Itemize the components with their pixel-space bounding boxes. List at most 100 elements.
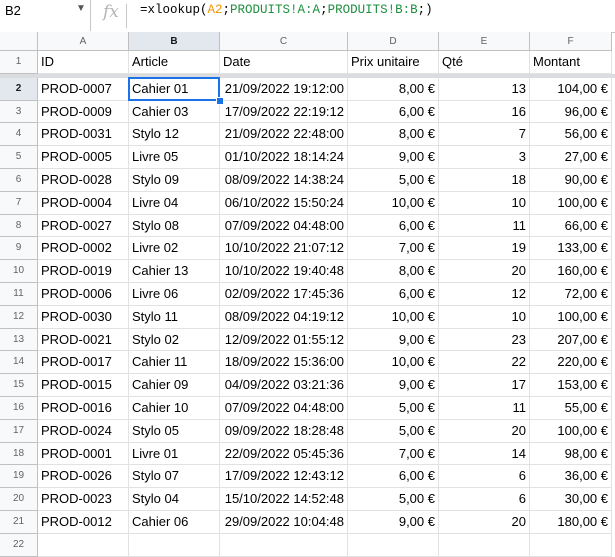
row-header-5[interactable]: 5 xyxy=(0,146,38,169)
table-cell[interactable]: Livre 05 xyxy=(129,146,220,169)
table-cell[interactable]: 20 xyxy=(439,419,530,443)
table-cell[interactable]: 12/09/2022 01:55:12 xyxy=(220,328,348,352)
row-header-8[interactable]: 8 xyxy=(0,214,38,238)
table-cell[interactable]: PROD-0015 xyxy=(38,374,129,397)
table-cell[interactable] xyxy=(530,533,612,557)
table-cell[interactable]: 153,00 € xyxy=(530,374,612,397)
table-cell[interactable]: 72,00 € xyxy=(530,283,612,306)
row-header-20[interactable]: 20 xyxy=(0,488,38,511)
table-cell[interactable]: PROD-0028 xyxy=(38,169,129,192)
table-cell[interactable]: 20 xyxy=(439,260,530,283)
table-cell[interactable]: 207,00 € xyxy=(530,328,612,352)
table-cell[interactable]: Cahier 13 xyxy=(129,260,220,283)
table-cell[interactable]: 6 xyxy=(439,465,530,489)
table-cell[interactable]: PROD-0007 xyxy=(38,77,129,101)
table-cell[interactable]: Stylo 08 xyxy=(129,214,220,238)
table-cell[interactable]: 08/09/2022 04:19:12 xyxy=(220,305,348,329)
row-header-13[interactable]: 13 xyxy=(0,328,38,352)
table-cell[interactable]: PROD-0031 xyxy=(38,123,129,147)
table-cell[interactable]: Livre 06 xyxy=(129,283,220,306)
row-header-15[interactable]: 15 xyxy=(0,374,38,397)
select-all-corner[interactable] xyxy=(0,32,38,51)
table-cell[interactable]: Stylo 12 xyxy=(129,123,220,147)
table-cell[interactable]: PROD-0002 xyxy=(38,237,129,261)
header-cell[interactable]: Article xyxy=(129,51,220,74)
table-cell[interactable]: Stylo 05 xyxy=(129,419,220,443)
table-cell[interactable]: 9,00 € xyxy=(348,328,439,352)
table-cell[interactable]: 100,00 € xyxy=(530,191,612,215)
row-header-9[interactable]: 9 xyxy=(0,237,38,261)
table-cell[interactable] xyxy=(38,533,129,557)
table-cell[interactable]: 17/09/2022 12:43:12 xyxy=(220,465,348,489)
column-header-c[interactable]: C xyxy=(220,32,348,51)
row-header-22[interactable]: 22 xyxy=(0,533,38,557)
table-cell[interactable]: 10,00 € xyxy=(348,191,439,215)
table-cell[interactable]: 8,00 € xyxy=(348,77,439,101)
table-cell[interactable]: 56,00 € xyxy=(530,123,612,147)
row-header-16[interactable]: 16 xyxy=(0,397,38,420)
row-header-19[interactable]: 19 xyxy=(0,465,38,489)
name-box[interactable]: B2 ▼ xyxy=(0,0,91,31)
table-cell[interactable]: Stylo 09 xyxy=(129,169,220,192)
table-cell[interactable]: 10/10/2022 19:40:48 xyxy=(220,260,348,283)
table-cell[interactable]: PROD-0030 xyxy=(38,305,129,329)
row-header-4[interactable]: 4 xyxy=(0,123,38,147)
table-cell[interactable]: 3 xyxy=(439,146,530,169)
column-header-d[interactable]: D xyxy=(348,32,439,51)
table-cell[interactable]: PROD-0004 xyxy=(38,191,129,215)
table-cell[interactable]: 15/10/2022 14:52:48 xyxy=(220,488,348,511)
header-cell[interactable]: Prix unitaire xyxy=(348,51,439,74)
table-cell[interactable]: 20 xyxy=(439,511,530,534)
row-header-2[interactable]: 2 xyxy=(0,77,38,101)
table-cell[interactable]: 6,00 € xyxy=(348,100,439,124)
table-cell[interactable]: 104,00 € xyxy=(530,77,612,101)
row-header-18[interactable]: 18 xyxy=(0,442,38,466)
table-cell[interactable]: 10 xyxy=(439,191,530,215)
table-cell[interactable]: 100,00 € xyxy=(530,419,612,443)
table-cell[interactable]: Cahier 01 xyxy=(129,77,220,101)
fill-handle[interactable] xyxy=(216,96,224,105)
table-cell[interactable]: PROD-0006 xyxy=(38,283,129,306)
table-cell[interactable]: Cahier 11 xyxy=(129,351,220,375)
table-cell[interactable]: Livre 04 xyxy=(129,191,220,215)
table-cell[interactable]: 7,00 € xyxy=(348,237,439,261)
table-cell[interactable]: Stylo 11 xyxy=(129,305,220,329)
table-cell[interactable]: PROD-0024 xyxy=(38,419,129,443)
row-header-12[interactable]: 12 xyxy=(0,305,38,329)
row-header-6[interactable]: 6 xyxy=(0,169,38,192)
table-cell[interactable]: 9,00 € xyxy=(348,511,439,534)
row-header-21[interactable]: 21 xyxy=(0,511,38,534)
table-cell[interactable]: 11 xyxy=(439,397,530,420)
table-cell[interactable]: Cahier 03 xyxy=(129,100,220,124)
table-cell[interactable]: PROD-0005 xyxy=(38,146,129,169)
table-cell[interactable]: 22/09/2022 05:45:36 xyxy=(220,442,348,466)
table-cell[interactable]: 5,00 € xyxy=(348,419,439,443)
table-cell[interactable]: PROD-0012 xyxy=(38,511,129,534)
table-cell[interactable]: 98,00 € xyxy=(530,442,612,466)
header-cell[interactable]: ID xyxy=(38,51,129,74)
table-cell[interactable]: 12 xyxy=(439,283,530,306)
formula-input[interactable]: =xlookup(A2;PRODUITS!A:A;PRODUITS!B:B;) xyxy=(140,3,433,17)
table-cell[interactable]: 220,00 € xyxy=(530,351,612,375)
table-cell[interactable]: 22 xyxy=(439,351,530,375)
table-cell[interactable]: 16 xyxy=(439,100,530,124)
table-cell[interactable]: 11 xyxy=(439,214,530,238)
table-cell[interactable]: 07/09/2022 04:48:00 xyxy=(220,397,348,420)
table-cell[interactable]: Cahier 10 xyxy=(129,397,220,420)
table-cell[interactable]: 9,00 € xyxy=(348,146,439,169)
table-cell[interactable]: 9,00 € xyxy=(348,374,439,397)
table-cell[interactable]: 8,00 € xyxy=(348,260,439,283)
table-cell[interactable]: 14 xyxy=(439,442,530,466)
table-cell[interactable]: 04/09/2022 03:21:36 xyxy=(220,374,348,397)
table-cell[interactable]: 36,00 € xyxy=(530,465,612,489)
header-cell[interactable]: Date xyxy=(220,51,348,74)
table-cell[interactable] xyxy=(439,533,530,557)
table-cell[interactable]: 02/09/2022 17:45:36 xyxy=(220,283,348,306)
column-header-f[interactable]: F xyxy=(530,32,612,51)
table-cell[interactable]: PROD-0021 xyxy=(38,328,129,352)
header-cell[interactable]: Montant xyxy=(530,51,612,74)
table-cell[interactable]: 08/09/2022 14:38:24 xyxy=(220,169,348,192)
table-cell[interactable]: 23 xyxy=(439,328,530,352)
table-cell[interactable]: PROD-0001 xyxy=(38,442,129,466)
table-cell[interactable]: 5,00 € xyxy=(348,488,439,511)
